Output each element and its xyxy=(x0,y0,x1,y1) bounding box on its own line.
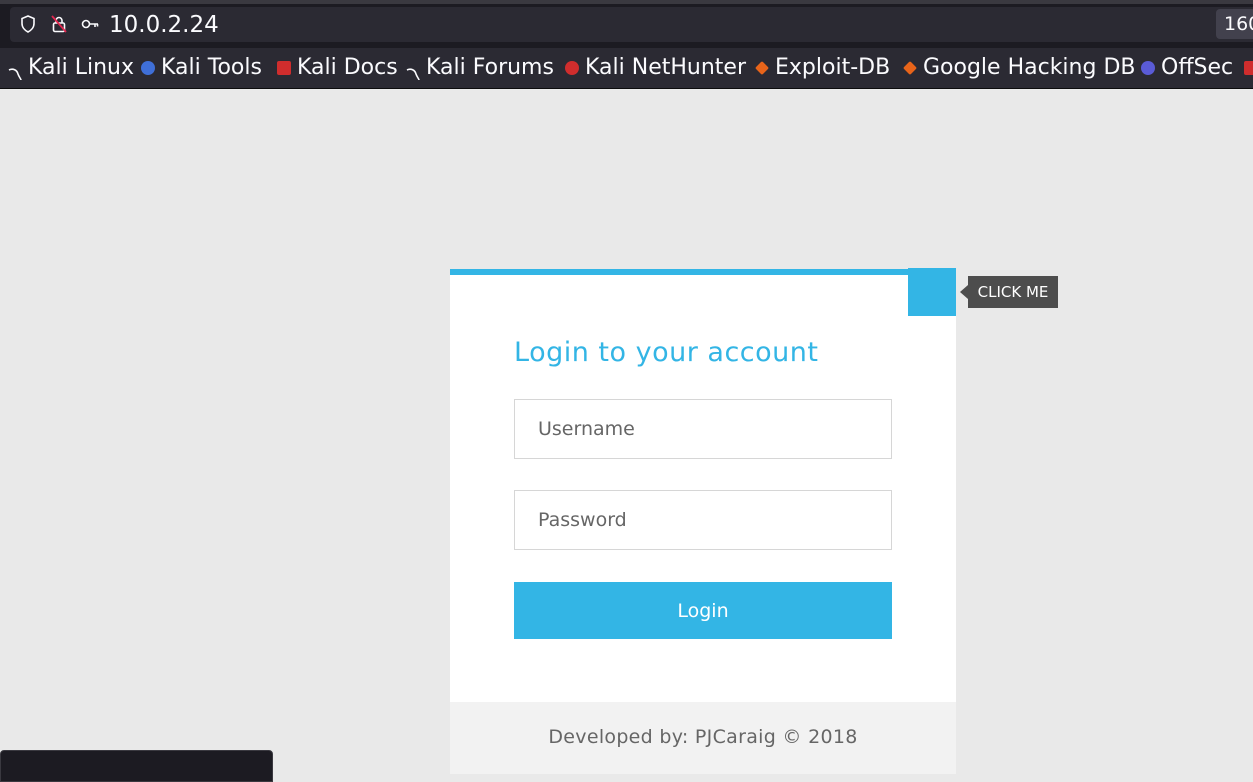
bookmark-offsec[interactable]: OffSec xyxy=(1141,54,1233,82)
shield-icon[interactable] xyxy=(20,15,36,37)
key-icon[interactable] xyxy=(81,15,99,37)
bookmark-favicon-icon xyxy=(1244,61,1253,75)
card-accent-bar xyxy=(450,269,956,275)
corner-toggle-button[interactable] xyxy=(908,268,956,316)
username-input[interactable] xyxy=(514,399,892,459)
ghdb-icon xyxy=(903,61,917,75)
card-footer: Developed by: PJCaraig © 2018 xyxy=(450,702,956,774)
exploit-db-icon xyxy=(755,61,769,75)
zoom-indicator[interactable]: 160 xyxy=(1216,9,1253,39)
bookmark-kali-tools[interactable]: Kali Tools xyxy=(141,54,262,82)
kali-tools-icon xyxy=(141,61,155,75)
bookmark-google-hacking-db[interactable]: Google Hacking DB xyxy=(903,54,1135,82)
login-button[interactable]: Login xyxy=(514,582,892,639)
login-title: Login to your account xyxy=(514,337,819,368)
bookmark-overflow[interactable] xyxy=(1244,54,1253,82)
insecure-lock-icon[interactable] xyxy=(51,15,67,37)
kali-dragon-icon xyxy=(8,61,22,81)
password-input[interactable] xyxy=(514,490,892,550)
bookmark-label: Google Hacking DB xyxy=(923,55,1136,80)
click-me-tooltip: CLICK ME xyxy=(960,276,1058,308)
bookmark-exploit-db[interactable]: Exploit-DB xyxy=(755,54,890,82)
bookmark-kali-linux[interactable]: Kali Linux xyxy=(8,54,134,82)
login-card: Login to your account Login Developed by… xyxy=(450,268,956,774)
bookmark-kali-forums[interactable]: Kali Forums xyxy=(406,54,554,82)
bookmark-label: Kali Forums xyxy=(426,55,554,80)
kali-docs-icon xyxy=(277,61,291,75)
taskbar-panel xyxy=(0,750,273,782)
bookmark-label: OffSec xyxy=(1161,55,1234,80)
bookmark-label: Exploit-DB xyxy=(775,55,891,80)
bookmarks-toolbar: Kali Linux Kali Tools Kali Docs Kali For… xyxy=(0,48,1253,89)
bookmark-kali-docs[interactable]: Kali Docs xyxy=(277,54,398,82)
url-text[interactable]: 10.0.2.24 xyxy=(109,10,219,40)
bookmark-label: Kali Linux xyxy=(28,55,135,80)
bookmark-label: Kali Docs xyxy=(297,55,398,80)
toolbar-divider xyxy=(0,0,1253,4)
bookmark-label: Kali Tools xyxy=(161,55,262,80)
offsec-icon xyxy=(1141,61,1155,75)
bookmark-label: Kali NetHunter xyxy=(585,55,746,80)
bookmark-kali-nethunter[interactable]: Kali NetHunter xyxy=(565,54,746,82)
kali-dragon-icon xyxy=(406,61,420,81)
nethunter-icon xyxy=(565,61,579,75)
browser-toolbar: 10.0.2.24 160 xyxy=(0,0,1253,48)
